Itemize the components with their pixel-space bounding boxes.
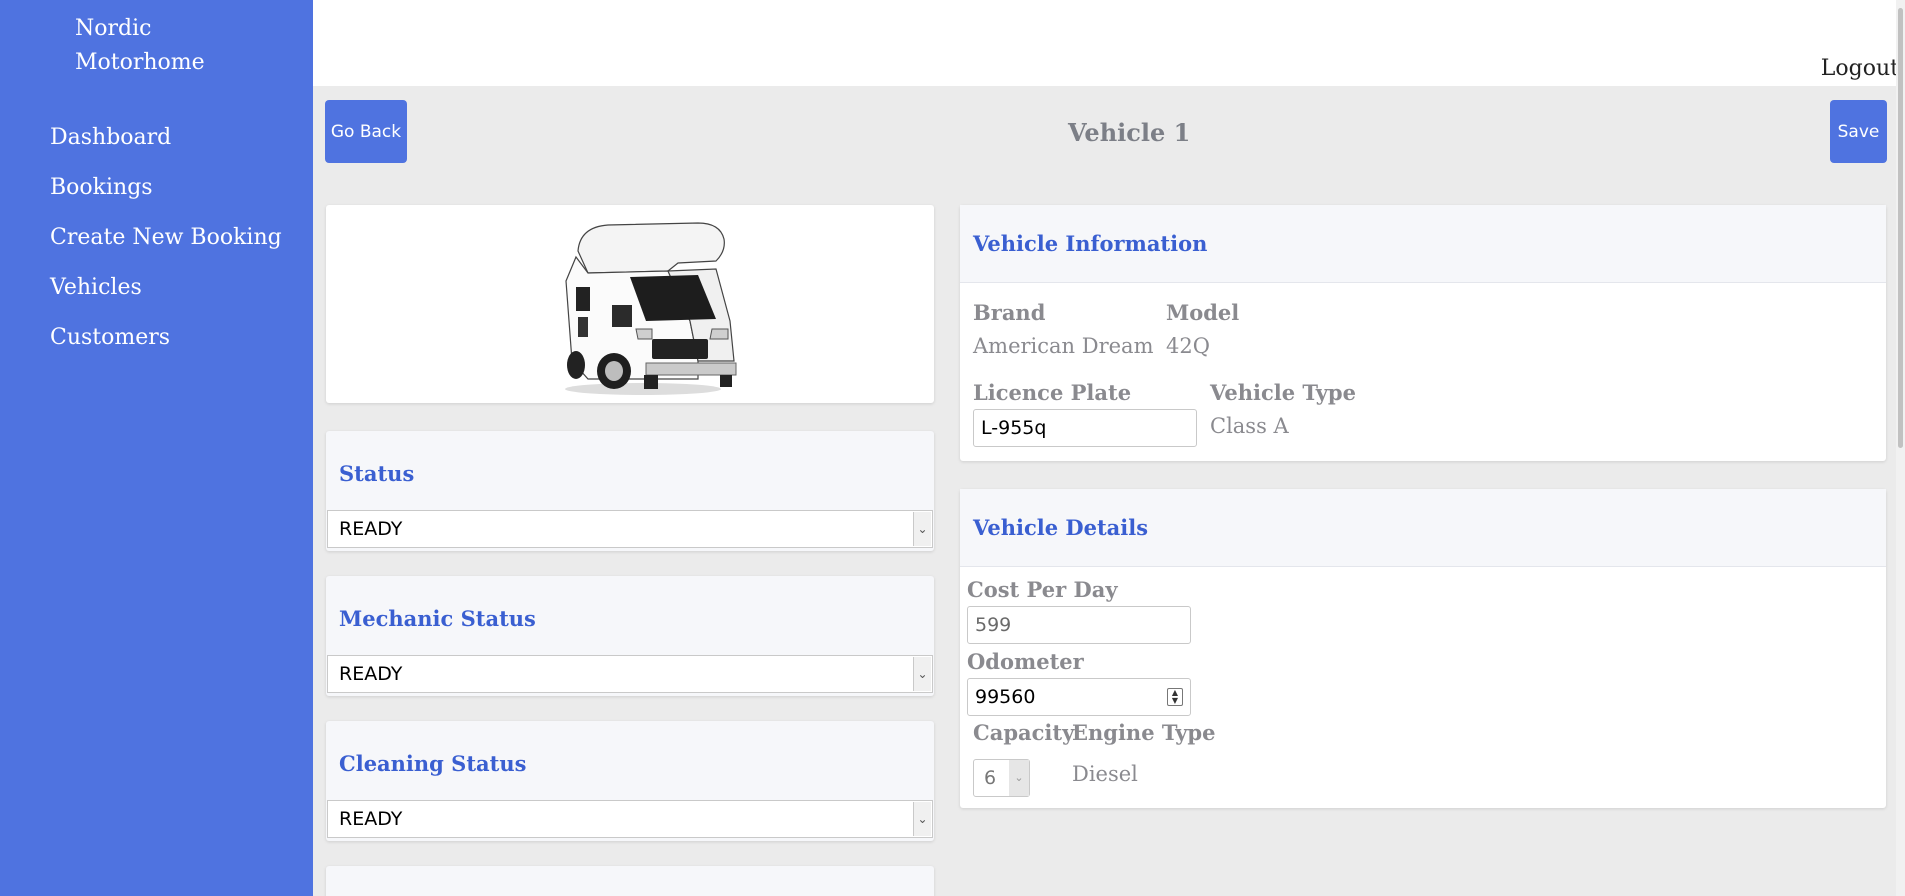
brand-line1: Nordic bbox=[75, 16, 152, 41]
brand-value: American Dream bbox=[973, 334, 1154, 358]
chevron-down-icon: ⌄ bbox=[913, 512, 931, 546]
next-card bbox=[326, 866, 934, 896]
vehicle-image-card bbox=[326, 205, 934, 403]
vehicle-details-title: Vehicle Details bbox=[960, 489, 1886, 567]
odometer-value: 99560 bbox=[975, 686, 1036, 708]
sidebar-item-dashboard[interactable]: Dashboard bbox=[50, 118, 282, 168]
status-card: Status READY ⌄ bbox=[326, 431, 934, 551]
status-value: READY bbox=[339, 518, 403, 540]
brand-logo[interactable]: Nordic Motorhome bbox=[75, 12, 205, 80]
capacity-value: 6 bbox=[984, 767, 997, 789]
mechanic-status-select[interactable]: READY ⌄ bbox=[327, 655, 933, 693]
cleaning-status-card: Cleaning Status READY ⌄ bbox=[326, 721, 934, 841]
go-back-button[interactable]: Go Back bbox=[325, 100, 407, 163]
scrollbar-thumb[interactable] bbox=[1898, 8, 1903, 448]
mechanic-status-title: Mechanic Status bbox=[339, 606, 536, 631]
engine-type-value: Diesel bbox=[1072, 762, 1138, 786]
sidebar-item-vehicles[interactable]: Vehicles bbox=[50, 268, 282, 318]
chevron-down-icon: ⌄ bbox=[913, 802, 931, 836]
licence-plate-input[interactable]: L-955q bbox=[973, 409, 1197, 447]
cleaning-status-select[interactable]: READY ⌄ bbox=[327, 800, 933, 838]
model-label: Model bbox=[1166, 300, 1240, 325]
sidebar-nav: Dashboard Bookings Create New Booking Ve… bbox=[50, 118, 282, 368]
sidebar-item-create-new-booking[interactable]: Create New Booking bbox=[50, 218, 282, 268]
cleaning-status-title: Cleaning Status bbox=[339, 751, 527, 776]
vehicle-details-card: Vehicle Details Cost Per Day 599 Odomete… bbox=[960, 489, 1886, 808]
top-bar: Logout bbox=[313, 0, 1905, 86]
vehicle-information-title: Vehicle Information bbox=[960, 205, 1886, 283]
chevron-down-icon: ⌄ bbox=[913, 657, 931, 691]
licence-plate-label: Licence Plate bbox=[973, 380, 1132, 405]
sidebar-item-customers[interactable]: Customers bbox=[50, 318, 282, 368]
status-title: Status bbox=[339, 461, 415, 486]
cost-per-day-field[interactable]: 599 bbox=[967, 606, 1191, 644]
capacity-select[interactable]: 6 ⌄ bbox=[973, 759, 1030, 797]
vehicle-information-card: Vehicle Information Brand American Dream… bbox=[960, 205, 1886, 461]
vehicle-type-value: Class A bbox=[1210, 414, 1289, 438]
chevron-down-icon: ⌄ bbox=[1009, 760, 1029, 796]
brand-label: Brand bbox=[973, 300, 1046, 325]
engine-type-label: Engine Type bbox=[1072, 720, 1216, 745]
capacity-label: Capacity bbox=[973, 720, 1075, 745]
motorhome-image bbox=[565, 222, 737, 395]
logout-link[interactable]: Logout bbox=[1821, 56, 1899, 81]
page-scrollbar[interactable] bbox=[1896, 0, 1905, 896]
vehicle-type-label: Vehicle Type bbox=[1210, 380, 1356, 405]
odometer-label: Odometer bbox=[967, 649, 1084, 674]
brand-line2: Motorhome bbox=[75, 50, 205, 75]
cost-per-day-label: Cost Per Day bbox=[967, 577, 1118, 602]
spinner-arrows-icon[interactable]: ▲ ▼ bbox=[1167, 688, 1183, 706]
sidebar: Nordic Motorhome Dashboard Bookings Crea… bbox=[0, 0, 313, 896]
mechanic-status-card: Mechanic Status READY ⌄ bbox=[326, 576, 934, 696]
save-button[interactable]: Save bbox=[1830, 100, 1887, 163]
sidebar-item-bookings[interactable]: Bookings bbox=[50, 168, 282, 218]
odometer-input[interactable]: 99560 ▲ ▼ bbox=[967, 678, 1191, 716]
page-title: Vehicle 1 bbox=[1068, 118, 1191, 147]
model-value: 42Q bbox=[1166, 334, 1210, 358]
cleaning-status-value: READY bbox=[339, 808, 403, 830]
status-select[interactable]: READY ⌄ bbox=[327, 510, 933, 548]
mechanic-status-value: READY bbox=[339, 663, 403, 685]
